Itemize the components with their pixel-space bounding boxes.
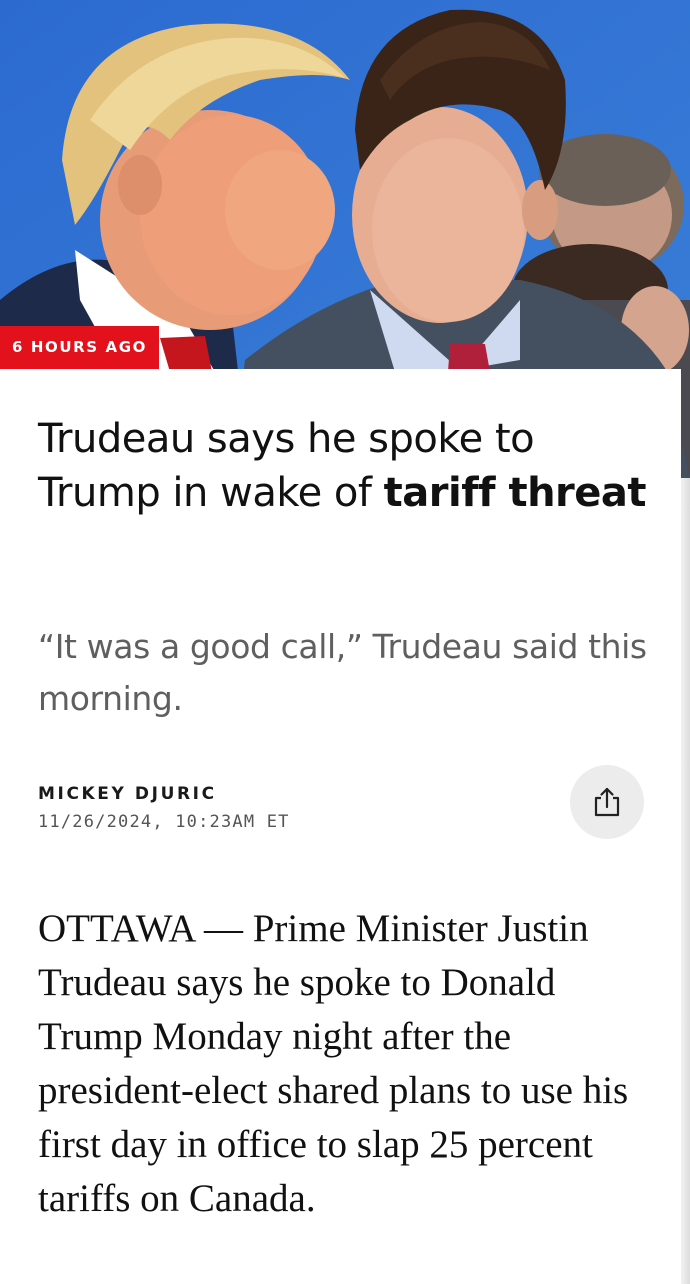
share-button[interactable]: [570, 765, 644, 839]
publish-timestamp: 11/26/2024, 10:23AM ET: [38, 812, 290, 832]
headline-bold: tariff threat: [383, 470, 647, 516]
side-edge: [681, 478, 690, 1284]
author-byline[interactable]: MICKEY DJURIC: [38, 784, 217, 804]
article-body-paragraph: OTTAWA — Prime Minister Justin Trudeau s…: [38, 907, 629, 1220]
time-badge: 6 HOURS AGO: [0, 326, 159, 369]
article-card: Trudeau says he spoke to Trump in wake o…: [0, 369, 681, 1284]
article-subhead: “It was a good call,” Trudeau said this …: [38, 627, 647, 718]
article-headline: Trudeau says he spoke to Trump in wake o…: [38, 412, 648, 520]
share-icon: [594, 787, 620, 817]
